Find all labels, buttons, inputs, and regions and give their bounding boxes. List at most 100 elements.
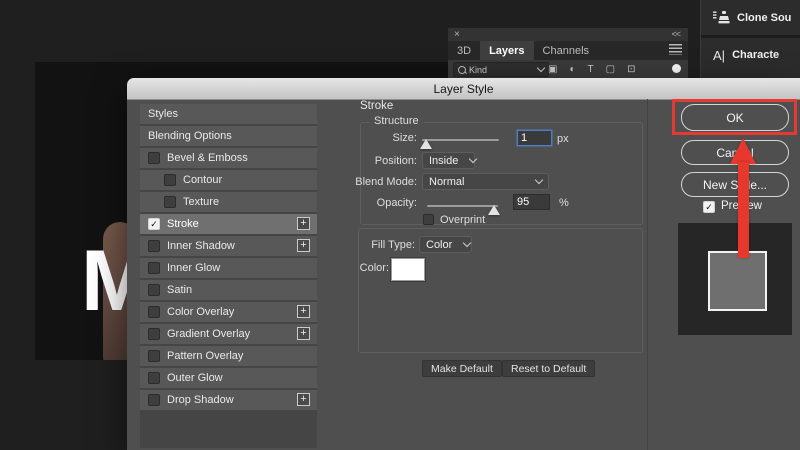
blend-mode-dropdown[interactable]: Normal <box>422 173 549 190</box>
style-item-bevel-emboss[interactable]: Bevel & Emboss <box>140 148 317 168</box>
section-divider <box>647 99 648 450</box>
dialog-title: Layer Style <box>433 82 493 96</box>
add-effect-instance-icon[interactable]: + <box>297 217 310 230</box>
style-preview-thumbnail <box>678 223 792 335</box>
new-style-button[interactable]: New Style... <box>681 172 789 197</box>
ok-highlight-box <box>672 99 797 135</box>
styles-list: Styles Blending Options Bevel & EmbossCont… <box>140 104 317 448</box>
style-item-label: Satin <box>167 284 192 296</box>
style-item-outer-glow[interactable]: Outer Glow <box>140 368 317 388</box>
tab-3d[interactable]: 3D <box>448 41 480 60</box>
opacity-input[interactable]: 95 <box>513 194 550 210</box>
panel-menu-icon[interactable] <box>669 44 682 55</box>
layer-style-dialog: Layer Style Styles Blending Options Bevel … <box>127 78 800 450</box>
layers-filter-bar: Kind ▣ ◐ T ▢ ⊡ <box>448 60 688 78</box>
style-item-inner-glow[interactable]: Inner Glow <box>140 258 317 278</box>
style-item-label: Pattern Overlay <box>167 350 243 362</box>
unchecked-checkbox[interactable] <box>148 350 160 362</box>
docked-panels: Clone Sou A| Characte <box>700 0 800 78</box>
collapse-panel-icon[interactable]: << <box>671 28 680 41</box>
size-slider[interactable] <box>422 139 499 141</box>
character-panel-tab[interactable]: A| Characte <box>701 38 800 72</box>
layer-filter-kind-dropdown[interactable]: Kind <box>453 62 549 77</box>
style-item-label: Inner Shadow <box>167 240 235 252</box>
unchecked-checkbox[interactable] <box>148 262 160 274</box>
style-item-gradient-overlay[interactable]: Gradient Overlay + <box>140 324 317 344</box>
chevron-down-icon <box>535 176 543 184</box>
style-item-styles[interactable]: Styles <box>140 104 317 124</box>
overprint-checkbox[interactable] <box>423 214 434 225</box>
position-label: Position: <box>337 155 417 167</box>
layers-panel-tabs: 3DLayersChannels <box>448 41 688 60</box>
position-dropdown[interactable]: Inside <box>422 152 475 169</box>
style-item-label: Color Overlay <box>167 306 234 318</box>
red-arrow-head-icon <box>730 138 756 164</box>
add-effect-instance-icon[interactable]: + <box>297 327 310 340</box>
style-item-drop-shadow[interactable]: Drop Shadow+ <box>140 390 317 410</box>
filter-toggle-icon[interactable] <box>672 64 681 73</box>
style-item-texture[interactable]: Texture <box>140 192 317 212</box>
style-item-contour[interactable]: Contour <box>140 170 317 190</box>
opacity-label: Opacity: <box>337 197 417 209</box>
size-slider-thumb[interactable] <box>420 139 432 149</box>
unchecked-checkbox[interactable] <box>164 174 176 186</box>
size-input[interactable]: 1 <box>517 130 552 146</box>
pixel-layer-filter-icon[interactable]: ▣ <box>548 64 557 75</box>
stroke-color-swatch[interactable] <box>391 258 425 281</box>
make-default-button[interactable]: Make Default <box>422 360 502 377</box>
style-item-label: Outer Glow <box>167 372 223 384</box>
close-icon[interactable]: × <box>454 28 460 41</box>
tab-layers[interactable]: Layers <box>480 41 533 60</box>
style-item-label: Inner Glow <box>167 262 220 274</box>
character-panel-icon: A| <box>713 48 725 63</box>
chevron-down-icon <box>537 64 545 72</box>
smart-object-filter-icon[interactable]: ⊡ <box>627 64 635 75</box>
unchecked-checkbox[interactable] <box>148 306 160 318</box>
color-label: Color: <box>327 262 389 274</box>
unchecked-checkbox[interactable] <box>148 394 160 406</box>
adjustment-layer-filter-icon[interactable]: ◐ <box>569 64 575 75</box>
structure-group-label: Structure <box>369 115 424 127</box>
style-item-label: Gradient Overlay <box>167 328 250 340</box>
clone-source-label: Clone Sou <box>737 12 791 24</box>
style-item-color-overlay[interactable]: Color Overlay + <box>140 302 317 322</box>
reset-to-default-button[interactable]: Reset to Default <box>502 360 595 377</box>
fill-type-dropdown[interactable]: Color <box>419 236 472 253</box>
stroke-preview-square <box>708 251 767 311</box>
overprint-label: Overprint <box>440 214 510 226</box>
unchecked-checkbox[interactable] <box>148 372 160 384</box>
style-item-inner-shadow[interactable]: Inner Shadow + <box>140 236 317 256</box>
kind-label: Kind <box>469 65 487 75</box>
style-item-blending-options[interactable]: Blending Options <box>140 126 317 146</box>
unchecked-checkbox[interactable] <box>148 152 160 164</box>
position-value: Inside <box>429 155 458 167</box>
unchecked-checkbox[interactable] <box>148 284 160 296</box>
unchecked-checkbox[interactable] <box>164 196 176 208</box>
preview-checkbox[interactable]: ✓ <box>703 201 715 213</box>
opacity-unit-label: % <box>559 197 575 209</box>
opacity-slider[interactable] <box>427 205 498 207</box>
tab-channels[interactable]: Channels <box>534 41 598 60</box>
style-item-stroke[interactable]: ✓Stroke+ <box>140 214 317 234</box>
add-effect-instance-icon[interactable]: + <box>297 393 310 406</box>
clone-source-panel-tab[interactable]: Clone Sou <box>701 0 800 38</box>
add-effect-instance-icon[interactable]: + <box>297 239 310 252</box>
add-effect-instance-icon[interactable]: + <box>297 305 310 318</box>
red-arrow-shaft <box>738 162 749 258</box>
type-layer-filter-icon[interactable]: T <box>588 64 594 75</box>
style-item-label: Blending Options <box>148 130 232 142</box>
style-item-satin[interactable]: Satin <box>140 280 317 300</box>
unchecked-checkbox[interactable] <box>148 328 160 340</box>
unchecked-checkbox[interactable] <box>148 240 160 252</box>
style-item-pattern-overlay[interactable]: Pattern Overlay <box>140 346 317 366</box>
style-item-label: Styles <box>148 108 178 120</box>
blend-mode-value: Normal <box>429 176 464 188</box>
shape-layer-filter-icon[interactable]: ▢ <box>606 64 615 75</box>
stroke-heading: Stroke <box>360 100 393 112</box>
style-item-label: Texture <box>183 196 219 208</box>
chevron-down-icon <box>463 239 471 247</box>
dialog-titlebar[interactable]: Layer Style <box>127 78 800 100</box>
search-icon <box>458 66 466 74</box>
checked-checkbox[interactable]: ✓ <box>148 218 160 230</box>
size-label: Size: <box>337 132 417 144</box>
